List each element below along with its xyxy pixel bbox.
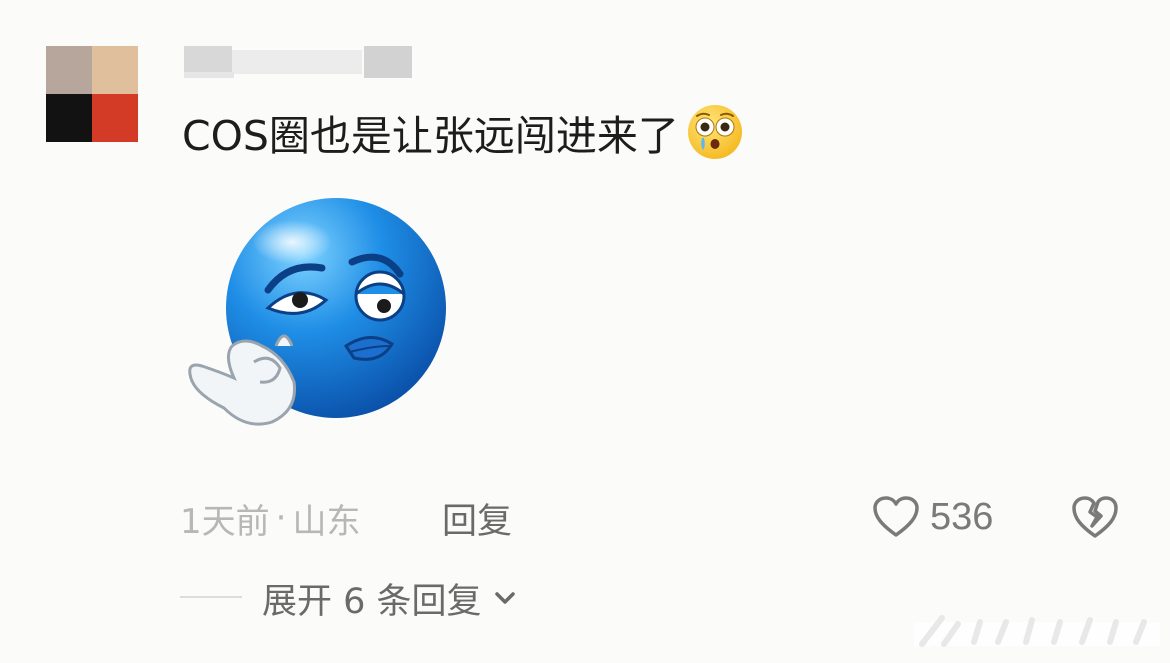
- avatar[interactable]: [46, 46, 154, 142]
- comment-location: 山东: [292, 501, 361, 542]
- watermark-graphic: [914, 615, 1160, 647]
- chevron-down-icon: [494, 592, 515, 604]
- expand-replies-button[interactable]: 展开 6 条回复: [262, 574, 518, 622]
- heart-outline-icon: [873, 496, 919, 537]
- redaction-block: [184, 72, 234, 78]
- comment-time: 1天前: [180, 501, 270, 542]
- like-button[interactable]: 536: [872, 490, 993, 544]
- comment-body: COS圈也是让张远闯进来了: [182, 112, 679, 160]
- avatar-tile: [92, 46, 138, 94]
- flushed-face-emoji-icon: [687, 105, 742, 159]
- username-redacted[interactable]: [184, 46, 414, 78]
- like-count: 536: [930, 495, 994, 538]
- avatar-tile: [46, 46, 92, 94]
- meta-separator: ·: [275, 498, 287, 538]
- expand-divider: [180, 596, 242, 598]
- avatar-tile: [92, 94, 138, 142]
- comment-text: COS圈也是让张远闯进来了: [182, 104, 743, 160]
- reply-button[interactable]: 回复: [442, 494, 512, 542]
- redaction-block: [232, 50, 362, 74]
- broken-heart-icon[interactable]: [1070, 492, 1120, 542]
- comment-meta: 1天前 · 山东: [180, 494, 360, 542]
- redaction-block: [364, 46, 412, 78]
- expand-replies-label: 展开 6 条回复: [262, 581, 482, 622]
- blue-face-ok-hand-sticker[interactable]: [184, 196, 446, 432]
- avatar-tile: [46, 94, 92, 142]
- comment-item: COS圈也是让张远闯进来了 1天前 · 山东 回复 536 展开 6 条回复: [0, 0, 1170, 663]
